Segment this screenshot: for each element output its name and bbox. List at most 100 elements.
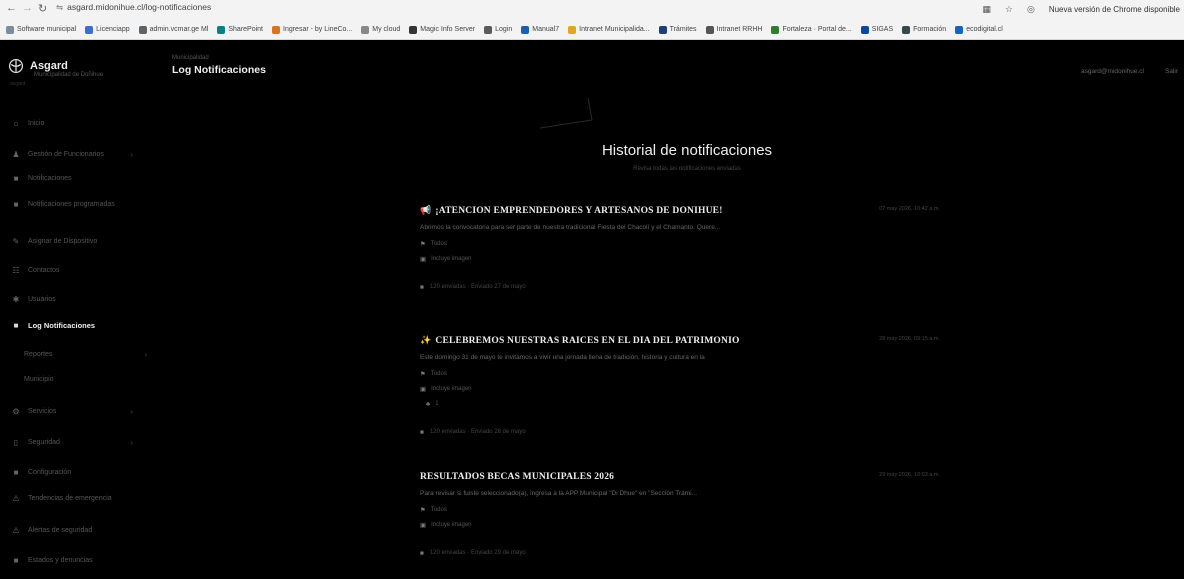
sidebar-item-log[interactable]: ■ Log Notificaciones: [10, 318, 145, 332]
sidebar-item-contacts[interactable]: ☷ Contactos: [10, 263, 145, 277]
notification-card[interactable]: RESULTADOS BECAS MUNICIPALES 2026 29 may …: [420, 470, 940, 557]
site-info-icon[interactable]: ⇋: [56, 2, 63, 12]
brand-subtitle: Municipalidad de Doñihue: [34, 72, 104, 78]
history-title: Historial de notificaciones: [150, 142, 1184, 159]
bookmark-label: Formación: [913, 26, 947, 33]
browser-actions: ▦ ☆ ◎ Nueva versión de Chrome disponible: [982, 2, 1180, 16]
notification-date: 28 may 2026, 09:15 a.m.: [879, 336, 940, 342]
bookmark-item[interactable]: SharePoint: [217, 25, 263, 34]
contacts-icon: ☷: [12, 265, 20, 275]
sidebar-item-pencil[interactable]: ✎ Asignar de Dispositivo: [10, 234, 145, 248]
bookmark-item[interactable]: Intranet RRHH: [705, 25, 762, 34]
bookmark-label: Manual7: [532, 26, 560, 33]
notification-emoji-icon: 📢: [420, 206, 432, 216]
notification-body: Este domingo 31 de mayo te invitamos a v…: [420, 354, 705, 361]
sidebar-item-settings[interactable]: ■ Configuración: [10, 465, 145, 479]
chevron-right-icon[interactable]: ›: [130, 407, 133, 416]
shield-icon: ▯: [13, 437, 19, 447]
reload-icon[interactable]: ↻: [38, 2, 47, 15]
bookmark-favicon-icon: [138, 25, 147, 34]
bookmark-favicon-icon: [658, 25, 667, 34]
trend-icon: ⚠: [12, 493, 20, 503]
bookmark-favicon-icon: [902, 25, 911, 34]
sidebar-item-home[interactable]: ⌂ Inicio: [10, 116, 145, 130]
bookmark-favicon-icon: [705, 25, 714, 34]
home-icon: ⌂: [13, 118, 19, 128]
chevron-right-icon[interactable]: ›: [130, 438, 133, 447]
notification-date: 29 may 2026, 10:03 a.m.: [879, 472, 940, 478]
bookmark-item[interactable]: Fortaleza · Portal de...: [771, 25, 852, 34]
sidebar-item-label: Contactos: [28, 266, 60, 274]
browser-nav-row: ← → ↻ ⇋ asgard.midonihue.cl/log-notificac…: [0, 0, 1184, 19]
bookmark-item[interactable]: Software municipal: [6, 25, 77, 34]
back-icon[interactable]: ←: [6, 2, 17, 14]
bookmark-item[interactable]: admin.vcmar.ge Ml: [138, 25, 208, 34]
notification-emoji-icon: ✨: [420, 336, 432, 346]
audience-icon: ⚑: [420, 507, 426, 514]
bookmark-item[interactable]: Formación: [902, 25, 947, 34]
sidebar-item-shield[interactable]: ▯ Seguridad ›: [10, 435, 145, 449]
sidebar-item-services[interactable]: ⚙ Servicios ›: [10, 404, 145, 418]
notification-card[interactable]: 📢 ¡ATENCION EMPRENDEDORES Y ARTESANOS DE …: [420, 204, 940, 291]
user-email[interactable]: asgard@midonihue.cl: [1081, 68, 1144, 75]
sidebar-item-label: Configuración: [28, 468, 72, 476]
bookmark-item[interactable]: Manual7: [521, 25, 560, 34]
sidebar-item-report-flag[interactable]: ■ Estados y denuncias: [10, 553, 145, 567]
sidebar-item-label: Inicio: [28, 119, 45, 127]
sidebar-item-bell[interactable]: ■ Notificaciones: [10, 171, 145, 185]
notification-title-text: ¡ATENCION EMPRENDEDORES Y ARTESANOS DE D…: [435, 206, 723, 216]
logout-link[interactable]: Salir: [1165, 68, 1178, 75]
image-label: Incluye imagen: [431, 256, 472, 262]
sidebar-item-calendar[interactable]: ■ Notificaciones programadas: [10, 197, 145, 211]
decorative-line: [539, 98, 593, 129]
bookmark-favicon-icon: [6, 25, 14, 34]
brand-name: Asgard: [30, 60, 68, 72]
brand[interactable]: Asgard Municipalidad de Doñihue asgard: [8, 58, 103, 87]
sidebar-item-trend[interactable]: ⚠ Tendencias de emergencia: [10, 491, 145, 505]
bookmark-label: Login: [495, 26, 513, 33]
bookmark-star-icon[interactable]: ☆: [1005, 4, 1013, 15]
footer-text: 120 enviadas · Enviado 28 de mayo: [429, 429, 526, 435]
bookmark-item[interactable]: Login: [484, 25, 513, 34]
asgard-logo-icon: [8, 58, 24, 74]
bookmark-item[interactable]: My cloud: [361, 25, 400, 34]
notification-card[interactable]: ✨ CELEBREMOS NUESTRAS RAICES EN EL DIA DE…: [420, 334, 940, 436]
footer-text: 120 enviadas · Enviado 27 de mayo: [429, 284, 526, 290]
footer-text: 120 enviadas · Enviado 29 de mayo: [429, 550, 526, 556]
bookmark-favicon-icon: [272, 25, 280, 34]
notification-audience: ⚑ Todos: [420, 506, 940, 514]
bookmark-item[interactable]: Intranet Municipalida...: [568, 25, 650, 34]
notification-image: ▣ Incluye imagen: [420, 521, 940, 529]
notification-title: ✨ CELEBREMOS NUESTRAS RAICES EN EL DIA DE…: [420, 334, 940, 348]
forward-icon[interactable]: →: [22, 2, 33, 14]
bookmark-item[interactable]: SIGAS: [860, 25, 893, 34]
chevron-right-icon[interactable]: ›: [130, 150, 133, 159]
sidebar-item-alert[interactable]: ⚠ Alertas de seguridad: [10, 523, 145, 537]
people-icon: ♣: [426, 400, 431, 408]
audience-label: Todos: [430, 371, 447, 377]
sidebar-item-user[interactable]: ♟ Gestión de Funcionarios ›: [10, 147, 145, 161]
notification-date: 07 may 2026, 10:42 a.m.: [879, 206, 940, 212]
sidebar-item-label: Notificaciones: [28, 174, 72, 182]
sidebar-item-city[interactable]: Municipio: [24, 372, 159, 386]
bookmark-item[interactable]: Trámites: [658, 25, 697, 34]
bookmark-label: Licenciapp: [96, 26, 130, 33]
bookmark-favicon-icon: [361, 25, 370, 34]
bookmark-item[interactable]: Licenciapp: [85, 25, 130, 34]
bookmark-label: Software municipal: [17, 26, 77, 33]
sidebar-item-users[interactable]: ✱ Usuarios: [10, 292, 145, 306]
sidebar-item-report[interactable]: Reportes ›: [24, 347, 159, 361]
bookmark-item[interactable]: Magic Info Server: [409, 25, 475, 34]
translate-icon[interactable]: ▦: [982, 4, 991, 15]
sidebar-item-label: Seguridad: [28, 438, 60, 446]
bookmark-favicon-icon: [521, 25, 530, 34]
notification-audience: ⚑ Todos: [420, 240, 940, 248]
profile-icon[interactable]: ◎: [1027, 4, 1035, 15]
sidebar-item-label: Log Notificaciones: [28, 320, 96, 330]
chevron-right-icon[interactable]: ›: [144, 350, 147, 359]
address-bar[interactable]: ⇋ asgard.midonihue.cl/log-notificaciones: [56, 2, 211, 13]
bookmark-item[interactable]: Ingresar - by LineCo...: [272, 25, 352, 34]
chrome-update-button[interactable]: Nueva versión de Chrome disponible: [1049, 5, 1180, 14]
bookmark-item[interactable]: ecodigital.cl: [955, 25, 1003, 34]
bookmark-label: SharePoint: [228, 26, 263, 33]
